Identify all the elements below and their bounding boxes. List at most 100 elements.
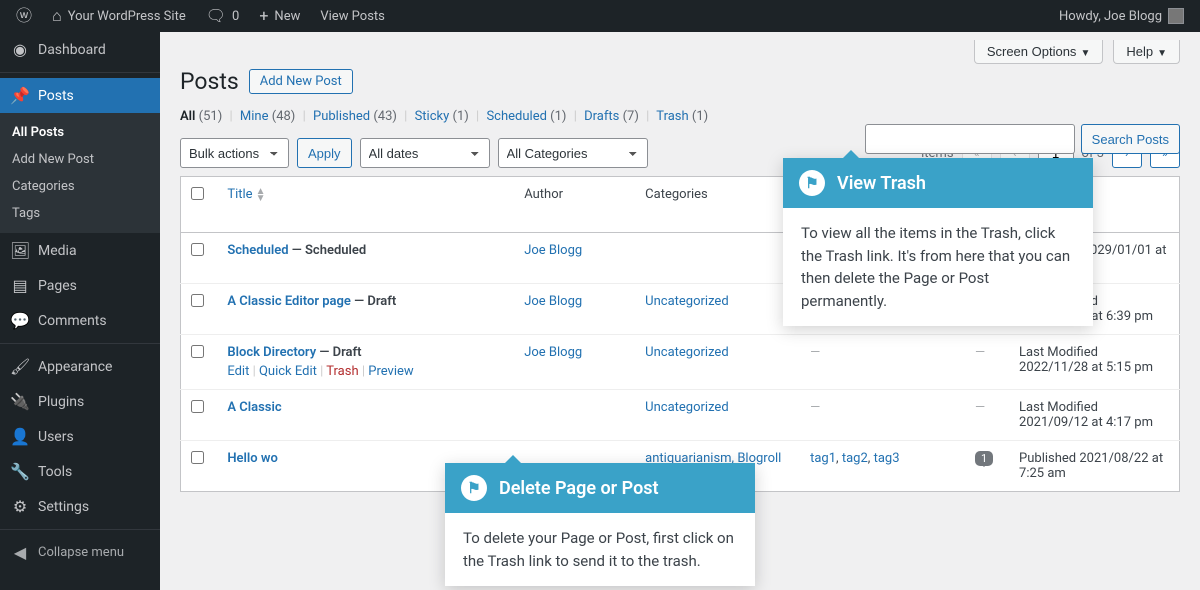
- filter-all[interactable]: All: [180, 109, 195, 124]
- plugin-icon: 🔌: [10, 392, 30, 411]
- comment-count-badge[interactable]: 1: [975, 451, 993, 466]
- post-title-link[interactable]: Scheduled: [227, 243, 288, 258]
- sidebar-item-media[interactable]: 🖼Media: [0, 233, 160, 268]
- dashboard-icon: ◉: [10, 40, 30, 59]
- wp-logo[interactable]: ⓦ: [8, 0, 40, 32]
- table-row: A ClassicUncategorized——Last Modified 20…: [181, 390, 1180, 441]
- row-checkbox[interactable]: [191, 451, 204, 464]
- submenu-tags[interactable]: Tags: [0, 200, 160, 227]
- post-title-link[interactable]: A Classic: [227, 400, 281, 415]
- category-link[interactable]: Uncategorized: [645, 294, 728, 309]
- flag-icon: ⚑: [799, 170, 825, 196]
- wordpress-icon: ⓦ: [16, 8, 32, 24]
- pin-icon: 📌: [10, 86, 30, 105]
- new-link[interactable]: + New: [251, 0, 308, 32]
- sidebar-item-settings[interactable]: ⚙Settings: [0, 489, 160, 524]
- posts-submenu: All Posts Add New Post Categories Tags: [0, 113, 160, 233]
- appearance-icon: 🖌: [10, 357, 30, 376]
- sidebar-item-appearance[interactable]: 🖌Appearance: [0, 349, 160, 384]
- comments-link[interactable]: 🗨0: [198, 0, 248, 32]
- comments-icon: 💬: [10, 311, 30, 330]
- sidebar-item-pages[interactable]: ▤Pages: [0, 268, 160, 303]
- collapse-icon: ◀: [10, 543, 30, 562]
- screen-options-button[interactable]: Screen Options▼: [974, 40, 1104, 64]
- filter-published[interactable]: Published: [313, 109, 370, 124]
- category-link[interactable]: Uncategorized: [645, 345, 728, 360]
- col-author: Author: [514, 177, 635, 233]
- chevron-down-icon: ▼: [1080, 48, 1090, 59]
- filter-mine[interactable]: Mine: [240, 109, 269, 124]
- sidebar-item-posts[interactable]: 📌Posts: [0, 78, 160, 113]
- submenu-all-posts[interactable]: All Posts: [0, 119, 160, 146]
- sidebar-item-comments[interactable]: 💬Comments: [0, 303, 160, 338]
- category-link[interactable]: Uncategorized: [645, 400, 728, 415]
- users-icon: 👤: [10, 427, 30, 446]
- tip-body: To delete your Page or Post, first click…: [445, 513, 755, 586]
- author-link[interactable]: Joe Blogg: [524, 243, 582, 258]
- settings-icon: ⚙: [10, 497, 30, 516]
- tip-delete-post: ⚑Delete Page or Post To delete your Page…: [445, 463, 755, 586]
- author-link[interactable]: Joe Blogg: [524, 294, 582, 309]
- filter-trash[interactable]: Trash: [656, 109, 688, 124]
- avatar: [1168, 8, 1184, 24]
- admin-sidebar: ◉Dashboard 📌Posts All Posts Add New Post…: [0, 32, 160, 590]
- tag-link[interactable]: tag2: [842, 451, 868, 466]
- my-account[interactable]: Howdy, Joe Blogg: [1051, 0, 1192, 32]
- search-button[interactable]: Search Posts: [1081, 124, 1180, 154]
- col-categories: Categories: [635, 177, 800, 233]
- search-input[interactable]: [865, 124, 1075, 154]
- date-cell: Last Modified 2021/09/12 at 4:17 pm: [1009, 390, 1179, 441]
- tip-title: View Trash: [837, 173, 926, 194]
- sidebar-item-users[interactable]: 👤Users: [0, 419, 160, 454]
- sidebar-item-tools[interactable]: 🔧Tools: [0, 454, 160, 489]
- admin-bar: ⓦ ⌂Your WordPress Site 🗨0 + New View Post…: [0, 0, 1200, 32]
- table-row: Block Directory — DraftEdit | Quick Edit…: [181, 335, 1180, 390]
- chevron-down-icon: ▼: [1157, 48, 1167, 59]
- tag-link[interactable]: tag1: [810, 451, 836, 466]
- post-title-link[interactable]: A Classic Editor page: [227, 294, 351, 309]
- filter-scheduled[interactable]: Scheduled: [486, 109, 546, 124]
- tools-icon: 🔧: [10, 462, 30, 481]
- tag-link[interactable]: tag3: [874, 451, 900, 466]
- collapse-menu[interactable]: ◀Collapse menu: [0, 535, 160, 570]
- row-checkbox[interactable]: [191, 294, 204, 307]
- submenu-add-new[interactable]: Add New Post: [0, 146, 160, 173]
- apply-button[interactable]: Apply: [297, 138, 352, 168]
- home-icon: ⌂: [52, 8, 62, 24]
- help-button[interactable]: Help▼: [1113, 40, 1180, 64]
- post-title-link[interactable]: Hello wo: [227, 451, 278, 466]
- dates-select[interactable]: All dates: [360, 138, 490, 168]
- sort-icon: ▲▼: [256, 188, 266, 202]
- filter-sticky[interactable]: Sticky: [415, 109, 450, 124]
- trash-link[interactable]: Trash: [326, 364, 358, 379]
- edit-link[interactable]: Edit: [227, 364, 249, 379]
- submenu-categories[interactable]: Categories: [0, 173, 160, 200]
- categories-select[interactable]: All Categories: [498, 138, 648, 168]
- col-title-sort[interactable]: Title▲▼: [227, 187, 265, 202]
- comment-icon: 🗨: [206, 8, 226, 24]
- row-checkbox[interactable]: [191, 400, 204, 413]
- add-new-button[interactable]: Add New Post: [249, 69, 353, 94]
- author-link[interactable]: Joe Blogg: [524, 345, 582, 360]
- sidebar-item-dashboard[interactable]: ◉Dashboard: [0, 32, 160, 67]
- select-all-checkbox[interactable]: [191, 187, 204, 200]
- media-icon: 🖼: [10, 241, 30, 260]
- flag-icon: ⚑: [461, 475, 487, 501]
- preview-link[interactable]: Preview: [368, 364, 413, 379]
- site-link[interactable]: ⌂Your WordPress Site: [44, 0, 194, 32]
- page-title: Posts: [180, 68, 239, 95]
- sidebar-item-plugins[interactable]: 🔌Plugins: [0, 384, 160, 419]
- row-checkbox[interactable]: [191, 345, 204, 358]
- new-label: New: [274, 9, 300, 24]
- quick-edit-link[interactable]: Quick Edit: [259, 364, 317, 379]
- view-posts-link[interactable]: View Posts: [312, 0, 393, 32]
- plus-icon: +: [259, 8, 268, 24]
- bulk-actions-select[interactable]: Bulk actions: [180, 138, 289, 168]
- row-checkbox[interactable]: [191, 243, 204, 256]
- row-actions: Edit | Quick Edit | Trash | Preview: [227, 364, 504, 379]
- filter-drafts[interactable]: Drafts: [584, 109, 619, 124]
- howdy-text: Howdy, Joe Blogg: [1059, 9, 1162, 24]
- date-cell: Last Modified 2022/11/28 at 5:15 pm: [1009, 335, 1179, 390]
- tip-body: To view all the items in the Trash, clic…: [783, 208, 1093, 326]
- post-title-link[interactable]: Block Directory: [227, 345, 316, 360]
